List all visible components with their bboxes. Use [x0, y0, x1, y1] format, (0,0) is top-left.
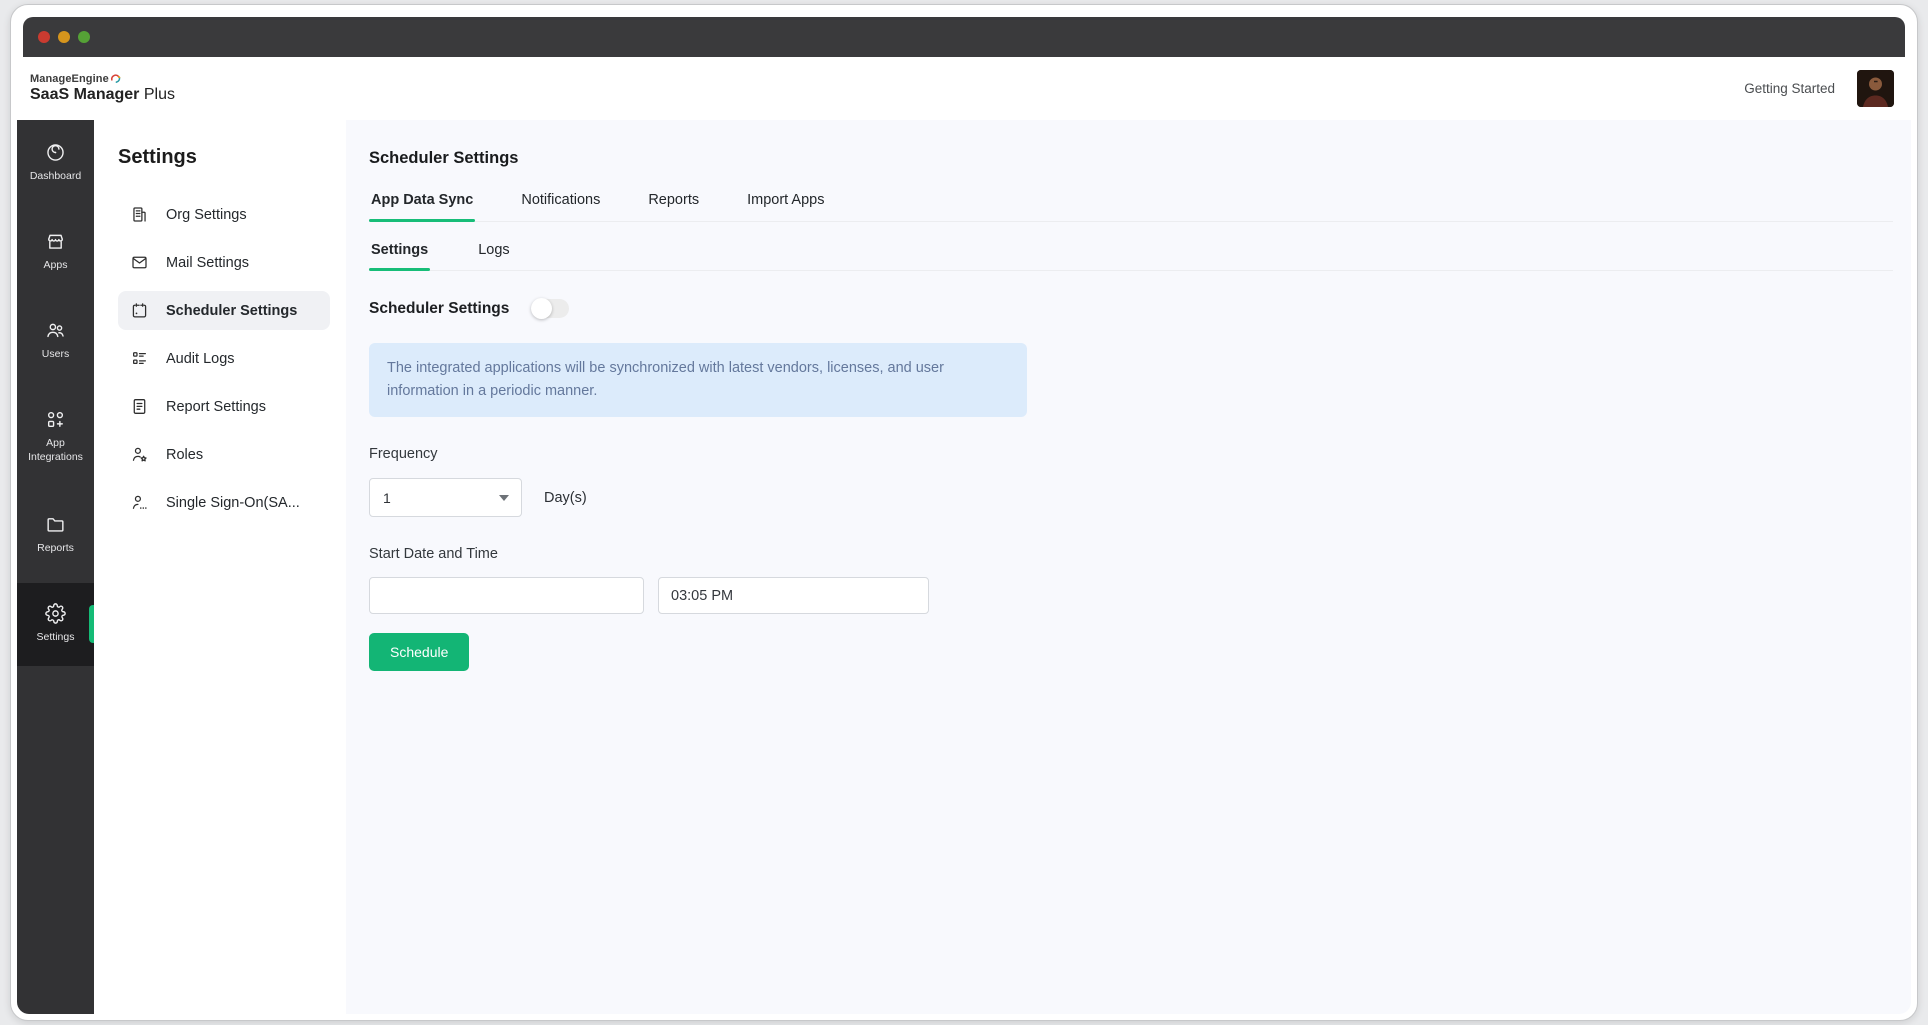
nav-label: Apps: [43, 259, 68, 272]
roles-person-star-icon: [132, 447, 147, 462]
tab-notifications[interactable]: Notifications: [519, 192, 602, 221]
close-window-button[interactable]: [38, 31, 50, 43]
info-banner: The integrated applications will be sync…: [369, 343, 1027, 418]
report-document-icon: [133, 399, 146, 414]
nav-item-reports[interactable]: Reports: [17, 502, 94, 567]
sidebar-item-label: Roles: [166, 446, 204, 463]
tab-reports[interactable]: Reports: [646, 192, 701, 221]
nav-item-apps[interactable]: Apps: [17, 219, 94, 284]
scheduler-toggle-row: Scheduler Settings: [369, 298, 1893, 319]
brand-manageengine-text: ManageEngine: [30, 72, 109, 85]
scheduler-toggle-switch[interactable]: [531, 298, 570, 319]
nav-label: Users: [41, 348, 70, 361]
frequency-select[interactable]: 1: [369, 478, 522, 518]
sub-tab-bar: Settings Logs: [369, 242, 1893, 271]
sidebar-item-label: Report Settings: [166, 398, 266, 415]
reports-icon: [47, 517, 64, 532]
nav-label: Dashboard: [29, 170, 82, 182]
nav-item-app-integrations[interactable]: App Integrations: [17, 397, 94, 475]
sidebar-item-scheduler-settings[interactable]: Scheduler Settings: [118, 291, 330, 330]
schedule-button[interactable]: Schedule: [369, 633, 470, 672]
nav-item-dashboard[interactable]: Dashboard: [17, 130, 94, 195]
app-integrations-icon: [47, 412, 64, 428]
page-title: Scheduler Settings: [369, 149, 519, 167]
nav-label: Settings: [36, 630, 75, 643]
zoom-window-button[interactable]: [78, 31, 90, 43]
audit-logs-icon: [133, 352, 146, 365]
brand-product-name: SaaS Manager Plus: [30, 86, 175, 104]
settings-gear-icon: [45, 603, 66, 624]
sidebar-item-label: Audit Logs: [166, 350, 235, 367]
frequency-label: Frequency: [369, 446, 438, 463]
sidebar-item-mail-settings[interactable]: Mail Settings: [118, 243, 330, 282]
settings-sidebar-title: Settings: [118, 146, 197, 168]
sidebar-item-org-settings[interactable]: Org Settings: [118, 195, 330, 234]
users-icon: [47, 323, 64, 338]
brand-manageengine: ManageEngine: [30, 73, 175, 86]
start-date-time-label: Start Date and Time: [369, 546, 498, 563]
sidebar-item-report-settings[interactable]: Report Settings: [118, 387, 330, 426]
brand-logo: ManageEngine SaaS Manager Plus: [30, 73, 175, 104]
sidebar-item-audit-logs[interactable]: Audit Logs: [118, 339, 330, 378]
active-nav-indicator: [89, 605, 94, 644]
brand-product-bold: SaaS Manager: [30, 85, 140, 103]
nav-label: Reports: [37, 541, 74, 554]
sidebar-item-label: Org Settings: [166, 206, 247, 223]
nav-item-settings[interactable]: Settings: [17, 582, 94, 666]
frequency-select-value: 1: [383, 489, 391, 506]
chevron-down-icon: [499, 494, 509, 501]
primary-nav-rail: Dashboard Apps Users App Integrations Re…: [17, 120, 94, 1014]
tab-app-data-sync[interactable]: App Data Sync: [369, 192, 476, 222]
main-content: Scheduler Settings App Data Sync Notific…: [346, 120, 1911, 1014]
sso-person-dots-icon: [132, 495, 147, 509]
dashboard-icon: [47, 144, 64, 161]
toggle-knob: [531, 298, 553, 319]
nav-item-users[interactable]: Users: [17, 308, 94, 373]
start-date-time-row: [369, 577, 1893, 615]
app-body: Dashboard Apps Users App Integrations Re…: [17, 120, 1911, 1014]
app-window: ManageEngine SaaS Manager Plus Getting S…: [10, 4, 1918, 1021]
apps-icon: [48, 234, 63, 249]
avatar-photo-icon: [1857, 70, 1894, 107]
scheduler-calendar-icon: [132, 303, 147, 318]
sidebar-item-label: Single Sign-On(SA...: [166, 494, 300, 511]
tab-bar: App Data Sync Notifications Reports Impo…: [369, 192, 1893, 222]
frequency-row: 1 Day(s): [369, 478, 1893, 518]
start-time-input[interactable]: [658, 577, 929, 615]
user-avatar[interactable]: [1857, 70, 1894, 107]
app-header: ManageEngine SaaS Manager Plus Getting S…: [17, 57, 1911, 120]
subtab-settings[interactable]: Settings: [369, 242, 431, 271]
org-building-icon: [133, 207, 146, 222]
window-titlebar: [23, 17, 1905, 57]
sidebar-item-roles[interactable]: Roles: [118, 435, 330, 474]
settings-sidebar: Settings Org Settings Mail Settings Sche…: [94, 120, 346, 1014]
sidebar-item-label: Scheduler Settings: [166, 302, 298, 319]
start-date-input[interactable]: [369, 577, 644, 615]
sidebar-item-single-sign-on[interactable]: Single Sign-On(SA...: [118, 483, 330, 522]
frequency-unit-label: Day(s): [544, 489, 587, 506]
scheduler-toggle-label: Scheduler Settings: [369, 299, 510, 317]
minimize-window-button[interactable]: [58, 31, 70, 43]
getting-started-link[interactable]: Getting Started: [1744, 81, 1835, 96]
brand-product-suffix: Plus: [139, 85, 175, 103]
tab-import-apps[interactable]: Import Apps: [745, 192, 826, 221]
subtab-logs[interactable]: Logs: [476, 242, 511, 270]
nav-label: App Integrations: [28, 437, 83, 463]
manageengine-swirl-icon: [110, 74, 121, 83]
sidebar-item-label: Mail Settings: [166, 254, 250, 271]
mail-envelope-icon: [132, 256, 147, 269]
